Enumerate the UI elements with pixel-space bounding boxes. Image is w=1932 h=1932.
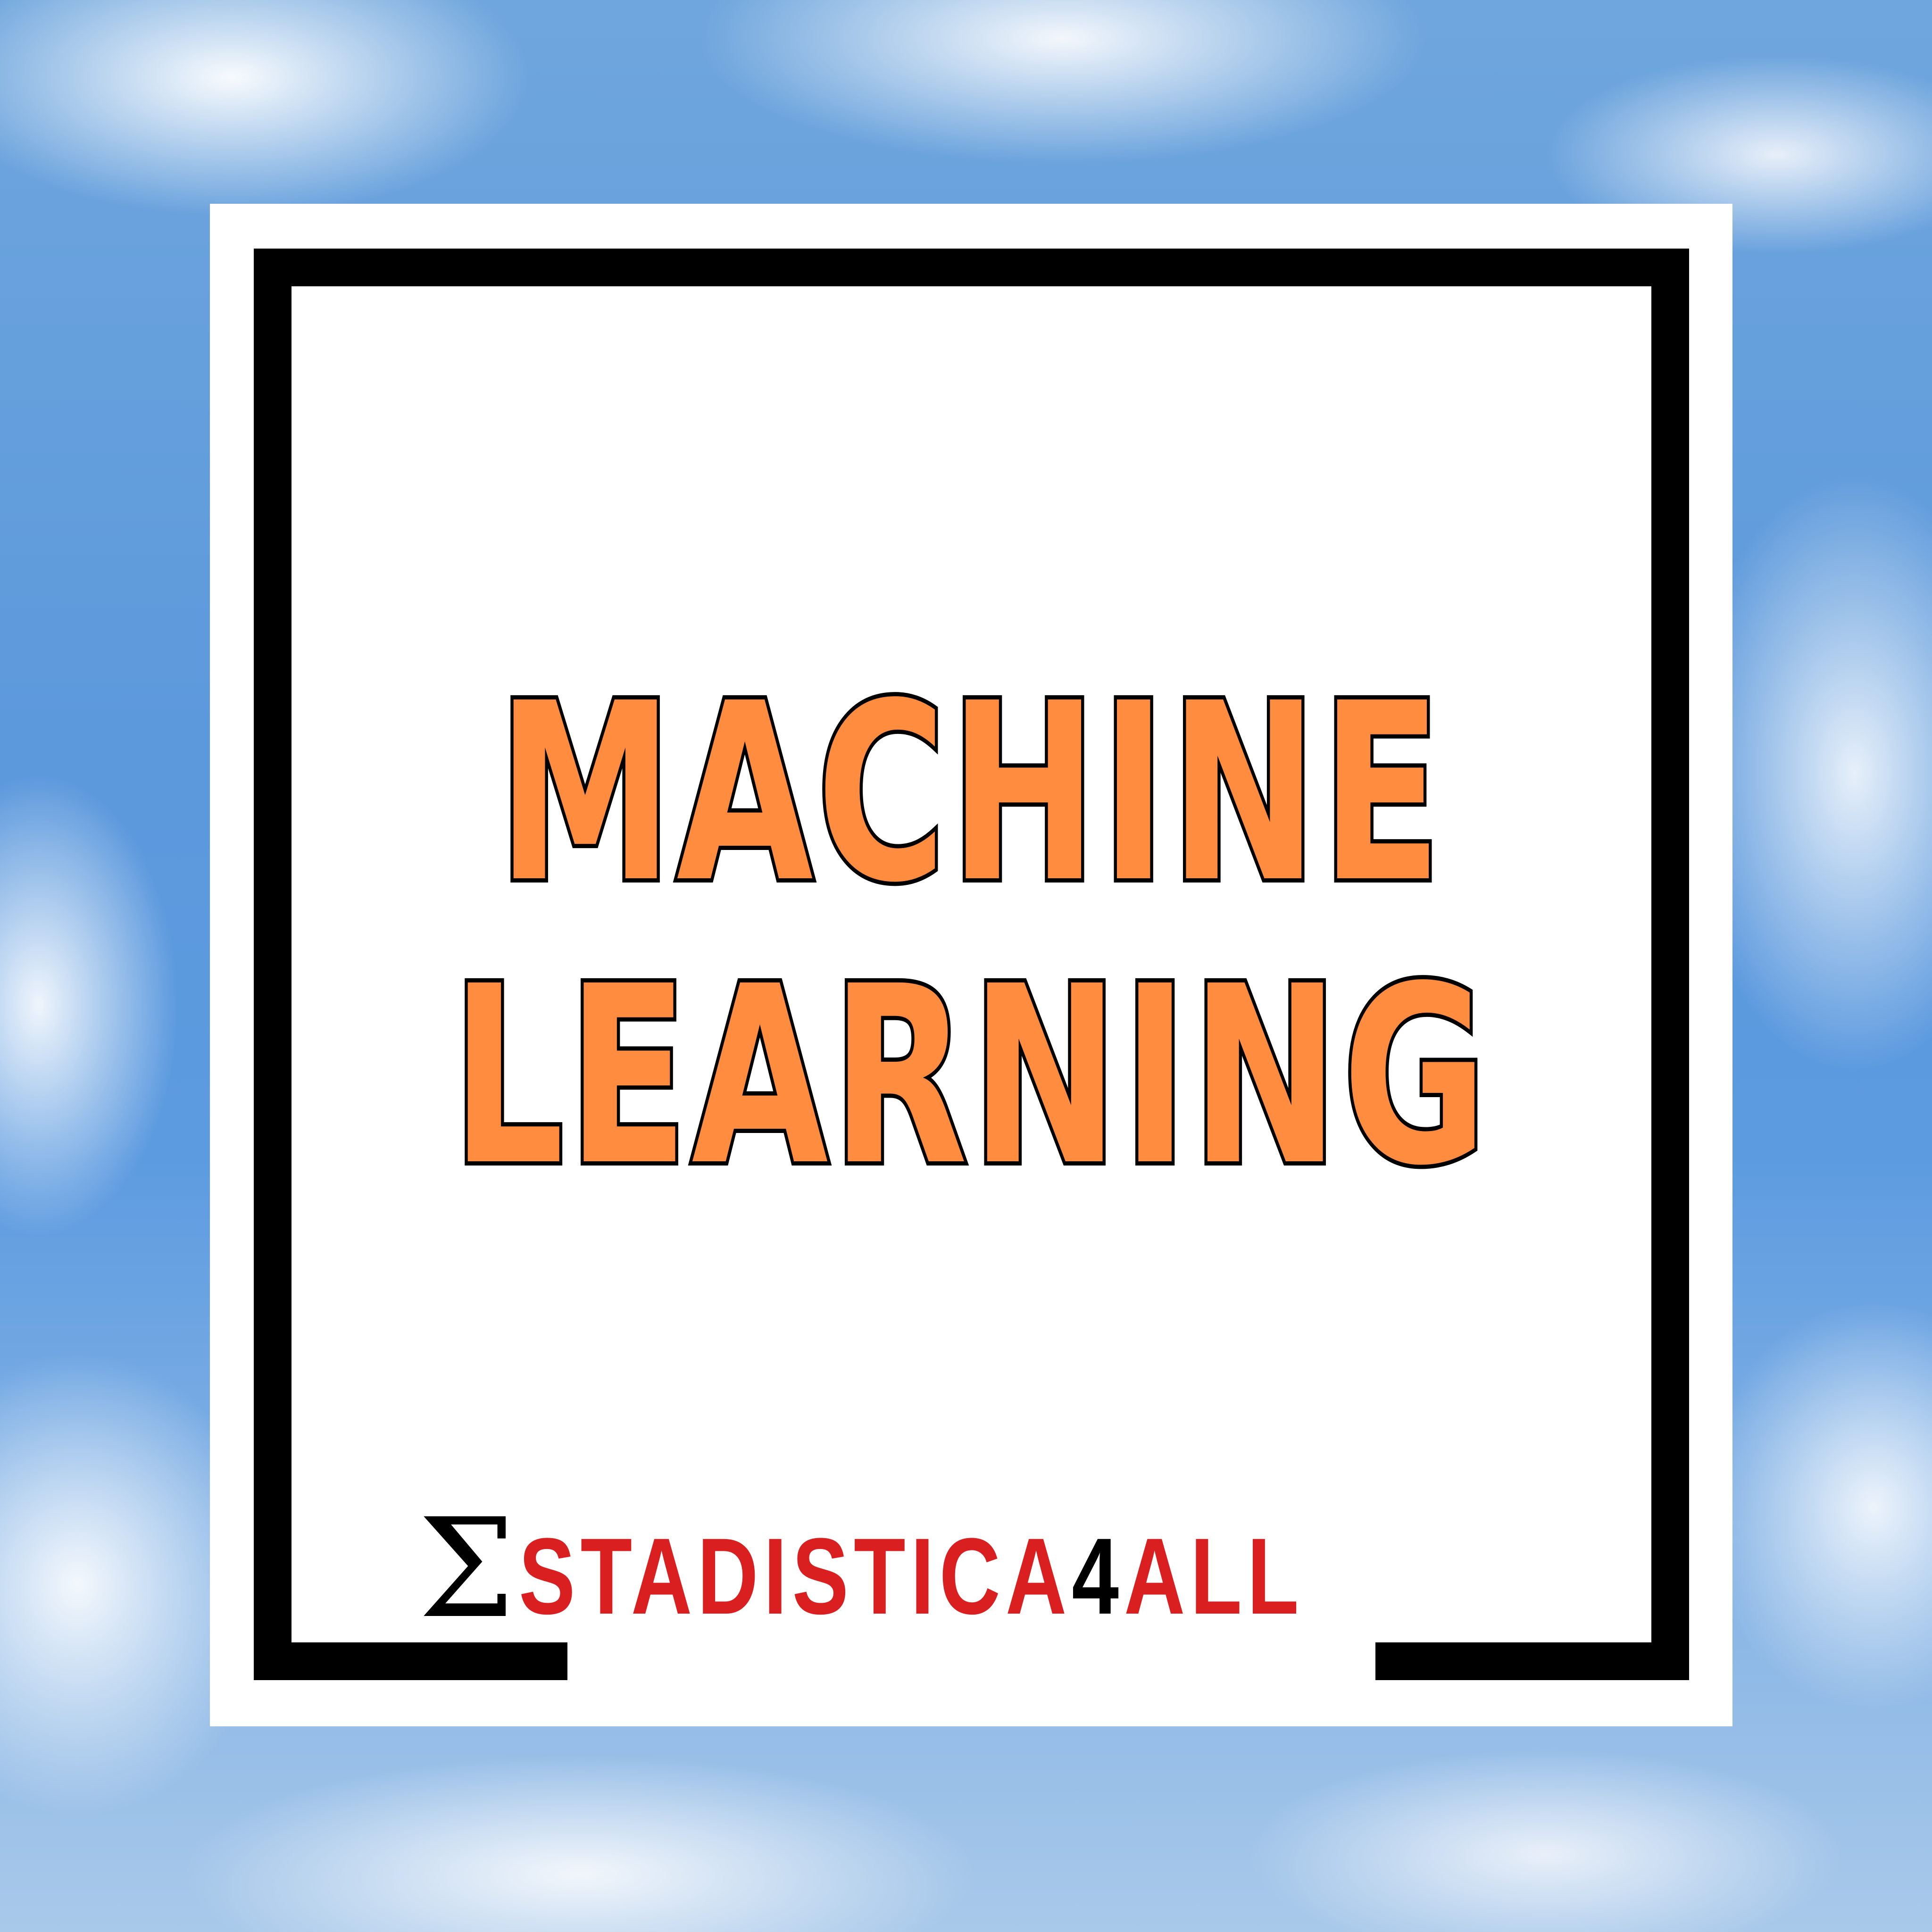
title-line-1: MACHINE	[494, 648, 1445, 939]
page-title: MACHINE LEARNING	[423, 648, 1519, 1222]
title-line-2: LEARNING	[449, 931, 1491, 1222]
sky-background: MACHINE LEARNING Σ STADISTICA4ALL	[0, 0, 1932, 1932]
brand-name-part-2: ALL	[1124, 1516, 1304, 1637]
sigma-icon: Σ	[418, 1490, 515, 1649]
frame-left-border	[254, 249, 291, 1680]
frame-bottom-right-border	[1375, 1642, 1689, 1680]
title-card: MACHINE LEARNING Σ STADISTICA4ALL	[210, 204, 1732, 1726]
frame-bottom-left-border	[254, 1642, 567, 1680]
brand-name: STADISTICA4ALL	[519, 1522, 1304, 1631]
frame-top-border	[254, 249, 1689, 286]
frame-right-border	[1651, 249, 1689, 1680]
brand-name-part-1: STADISTICA	[518, 1516, 1072, 1637]
brand-logo: Σ STADISTICA4ALL	[418, 1501, 1361, 1638]
brand-name-number: 4	[1071, 1516, 1124, 1637]
